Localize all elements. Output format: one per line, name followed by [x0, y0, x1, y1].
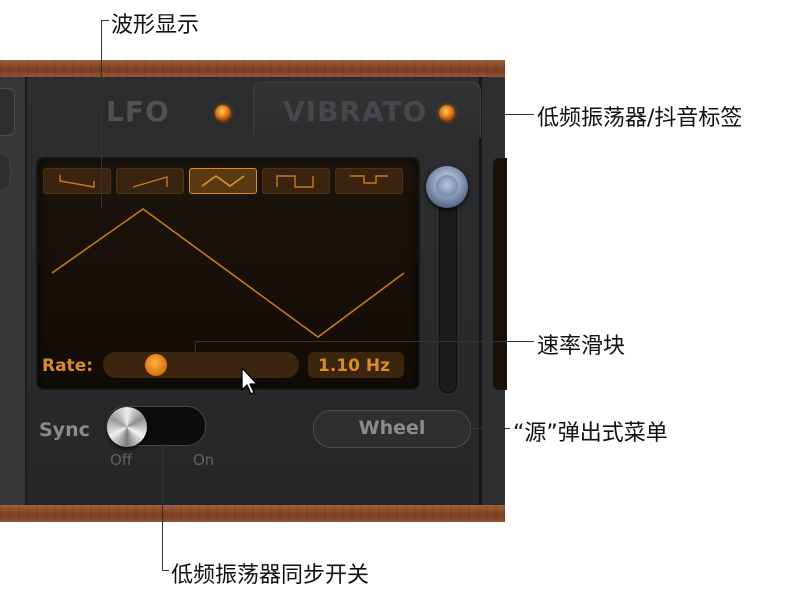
callout-rate-slider: 速率滑块: [537, 334, 626, 359]
tab-vibrato-label[interactable]: VIBRATO: [283, 95, 427, 128]
wood-frame-bottom: [0, 505, 505, 522]
ramp-up-wave-icon: [132, 176, 168, 188]
callout-line-waveform: [101, 20, 102, 208]
callout-waveform-display: 波形显示: [111, 13, 200, 38]
wave-button-pulse[interactable]: [335, 168, 403, 194]
callout-line-source: [470, 428, 510, 429]
wave-button-triangle[interactable]: [189, 168, 257, 194]
callout-lfo-vibrato-tabs: 低频振荡器/抖音标签: [537, 106, 743, 131]
ramp-down-wave-icon: [59, 175, 95, 188]
tab-lfo-label[interactable]: LFO: [106, 95, 170, 128]
rate-slider[interactable]: [103, 352, 299, 378]
triangle-wave-icon: [201, 175, 245, 187]
rate-slider-thumb[interactable]: [145, 354, 167, 376]
sync-off-label: Off: [110, 451, 133, 469]
mouse-cursor-icon: [241, 367, 258, 395]
callout-line-rate: [195, 341, 534, 342]
pulse-wave-icon: [350, 175, 388, 184]
sync-on-label: On: [193, 451, 215, 469]
square-wave-icon: [276, 175, 314, 188]
wave-button-square[interactable]: [262, 168, 330, 194]
left-panel-control: [0, 88, 15, 136]
source-popup-value[interactable]: Wheel: [313, 417, 471, 439]
waveform-line: [51, 208, 405, 338]
callout-line-sync-tick: [162, 570, 169, 571]
wood-frame-top: [0, 60, 505, 77]
lfo-sync-switch-knob[interactable]: [107, 407, 147, 447]
callout-source-popup: “源”弹出式菜单: [513, 421, 668, 446]
vertical-slider-track[interactable]: [439, 195, 457, 393]
lfo-led-icon: [215, 105, 231, 121]
callout-line-waveform-tick: [101, 20, 109, 21]
left-panel-section: [0, 77, 26, 505]
vertical-slider-knob[interactable]: [426, 166, 468, 208]
left-panel-knob-edge: [0, 153, 11, 191]
rate-value: 1.10 Hz: [318, 356, 390, 376]
wave-button-ramp-up[interactable]: [116, 168, 184, 194]
vibrato-led-icon: [439, 105, 455, 121]
sync-label: Sync: [39, 419, 90, 441]
callout-line-tabs: [459, 114, 534, 115]
callout-line-sync: [162, 444, 163, 571]
callout-line-rate-drop: [195, 341, 196, 353]
rate-label: Rate:: [42, 356, 94, 376]
right-panel-screen-edge: [493, 158, 507, 390]
callout-lfo-sync-switch: 低频振荡器同步开关: [171, 563, 370, 588]
